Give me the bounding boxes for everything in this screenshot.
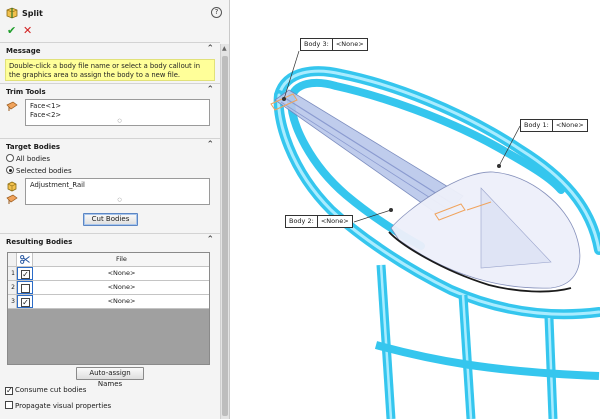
feature-title: Split	[22, 9, 43, 18]
row-file-cell[interactable]: <None>	[34, 281, 209, 294]
solid-body-icon	[7, 181, 17, 192]
trim-tools-title: Trim Tools	[6, 88, 46, 96]
message-group-title: Message	[6, 47, 41, 55]
radio-on[interactable]	[6, 166, 14, 174]
collapse-caret-icon[interactable]: ⌃	[206, 140, 214, 150]
body2-leader-dot	[389, 208, 393, 212]
row-checkbox-cell[interactable]	[17, 281, 33, 294]
selected-bodies-label: Selected bodies	[16, 167, 72, 175]
body2-callout[interactable]: Body 2: <None>	[285, 215, 353, 228]
row-number: 3	[8, 295, 17, 308]
table-row[interactable]: 3 ✓ <None>	[8, 295, 209, 309]
propagate-visual-properties-checkbox[interactable]: Propagate visual properties	[5, 401, 111, 410]
callout-file-name[interactable]: <None>	[333, 39, 367, 50]
scissors-icon	[20, 255, 30, 264]
scrollbar-thumb[interactable]	[222, 56, 228, 416]
auto-assign-names-button[interactable]: Auto-assign Names	[76, 367, 144, 388]
row-checkbox[interactable]	[21, 284, 30, 293]
trim-tool-item[interactable]: Face<1>	[30, 102, 61, 110]
property-manager-panel: Split ? ✔ ✕ Message ⌃ Double-click a bod…	[0, 0, 230, 419]
scissors-header-cell[interactable]	[17, 253, 33, 266]
target-bodies-title: Target Bodies	[6, 143, 61, 151]
ok-button[interactable]: ✔	[7, 24, 16, 37]
consume-cut-bodies-label: Consume cut bodies	[15, 386, 87, 394]
graphics-area[interactable]: Body 3: <None> Body 1: <None> Body 2: <None…	[231, 0, 600, 419]
table-row[interactable]: 1 ✓ <None>	[8, 267, 209, 281]
row-file-cell[interactable]: <None>	[34, 295, 209, 308]
target-body-item[interactable]: Adjustment_Rail	[30, 181, 85, 189]
all-bodies-label: All bodies	[16, 155, 50, 163]
scroll-up-arrow-icon[interactable]: ▲	[222, 45, 227, 52]
body1-callout[interactable]: Body 1: <None>	[520, 119, 588, 132]
split-feature-icon	[6, 7, 18, 19]
panel-scrollbar[interactable]: ▲	[220, 44, 229, 419]
row-checkbox-cell[interactable]: ✓	[17, 267, 33, 280]
callout-body-name: Body 1:	[521, 120, 553, 131]
checkbox-unchecked[interactable]	[5, 401, 13, 409]
cancel-button[interactable]: ✕	[23, 24, 32, 37]
callout-file-name[interactable]: <None>	[553, 120, 587, 131]
resize-grip-icon[interactable]: ○	[118, 197, 122, 203]
body3-callout[interactable]: Body 3: <None>	[300, 38, 368, 51]
callout-file-name[interactable]: <None>	[318, 216, 352, 227]
all-bodies-radio[interactable]: All bodies	[6, 154, 50, 163]
collapse-caret-icon[interactable]: ⌃	[206, 235, 214, 245]
trim-tools-group: Trim Tools ⌃ Face<1> Face<2> ○	[0, 83, 220, 137]
target-bodies-list[interactable]: Adjustment_Rail ○	[25, 178, 210, 205]
callout-body-name: Body 2:	[286, 216, 318, 227]
header-corner	[8, 253, 17, 266]
trim-face-icon	[6, 101, 18, 111]
collapse-caret-icon[interactable]: ⌃	[206, 44, 214, 54]
body1-leader-dot	[497, 164, 501, 168]
target-body-icon	[6, 194, 18, 204]
adjustment-rail-groove	[280, 101, 450, 211]
target-bodies-group: Target Bodies ⌃ All bodies Selected bodi…	[0, 138, 220, 232]
row-file-cell[interactable]: <None>	[34, 267, 209, 280]
row-checkbox[interactable]: ✓	[21, 270, 30, 279]
resulting-bodies-table: File 1 ✓ <None> 2 <None> 3 ✓ <None>	[7, 252, 210, 365]
rail-crossbar	[374, 341, 600, 380]
row-checkbox-cell[interactable]: ✓	[17, 295, 33, 308]
cut-bodies-button[interactable]: Cut Bodies	[83, 213, 138, 226]
row-checkbox[interactable]: ✓	[21, 298, 30, 307]
row-number: 1	[8, 267, 17, 280]
checkbox-checked[interactable]: ✓	[5, 387, 13, 395]
trim-tool-item[interactable]: Face<2>	[30, 111, 61, 119]
resulting-bodies-title: Resulting Bodies	[6, 238, 73, 246]
propagate-visual-properties-label: Propagate visual properties	[15, 402, 112, 410]
callout-body-name: Body 3:	[301, 39, 333, 50]
trim-tools-list[interactable]: Face<1> Face<2> ○	[25, 99, 210, 126]
selected-bodies-radio[interactable]: Selected bodies	[6, 166, 72, 175]
radio-off[interactable]	[6, 154, 14, 162]
model-viewport[interactable]	[231, 0, 600, 419]
consume-cut-bodies-checkbox[interactable]: ✓ Consume cut bodies	[5, 386, 86, 395]
property-manager-header: Split ? ✔ ✕	[0, 0, 230, 40]
table-row[interactable]: 2 <None>	[8, 281, 209, 295]
help-button[interactable]: ?	[211, 7, 222, 18]
message-group: Message ⌃ Double-click a body file name …	[0, 42, 220, 82]
table-header-row: File	[8, 253, 209, 267]
collapse-caret-icon[interactable]: ⌃	[206, 85, 214, 95]
file-column-header: File	[116, 255, 127, 263]
row-number: 2	[8, 281, 17, 294]
resize-grip-icon[interactable]: ○	[118, 118, 122, 124]
body3-leader-dot	[282, 97, 286, 101]
message-text: Double-click a body file name or select …	[5, 59, 215, 81]
